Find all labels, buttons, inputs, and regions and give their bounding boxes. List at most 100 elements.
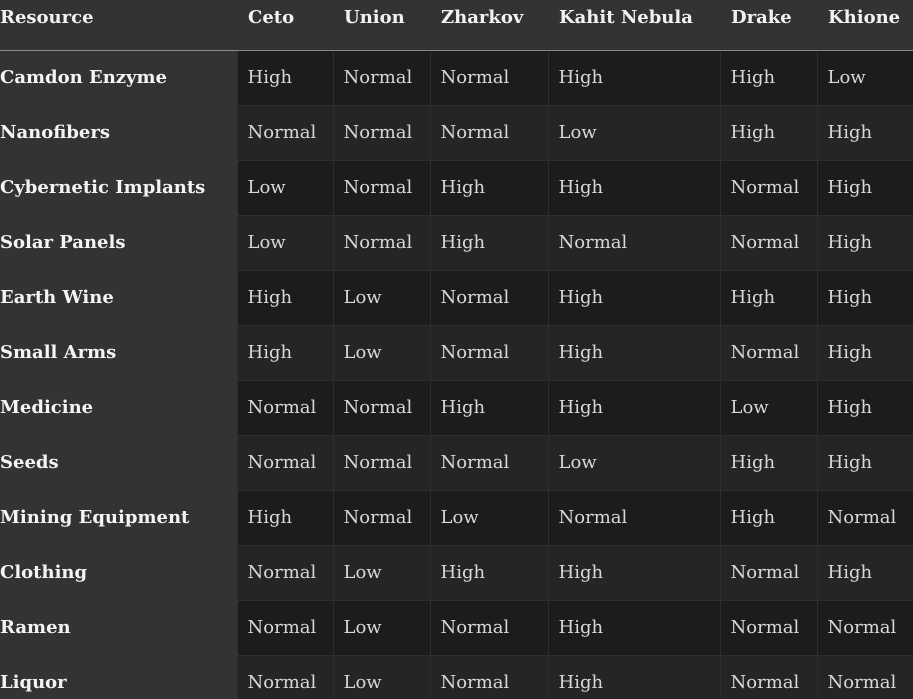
demand-cell: High [547, 269, 721, 326]
table-row: Nanofibers Normal Normal Normal Low High High [0, 104, 913, 161]
resource-name: Ramen [0, 600, 237, 655]
demand-cell: Low [332, 324, 431, 381]
demand-cell: High [547, 49, 721, 106]
table-row: Seeds Normal Normal Normal Low High High [0, 434, 913, 491]
column-header-union[interactable]: Union [333, 0, 430, 51]
demand-cell: Normal [236, 544, 334, 601]
demand-cell: High [719, 49, 818, 106]
demand-cell: Normal [236, 379, 334, 436]
column-header-drake[interactable]: Drake [720, 0, 817, 51]
demand-cell: Low [332, 269, 431, 326]
demand-cell: Normal [719, 544, 818, 601]
table-row: Mining Equipment High Normal Low Normal High N… [0, 489, 913, 546]
resource-name: Earth Wine [0, 270, 237, 325]
demand-cell: High [236, 49, 334, 106]
table-header-row: Resource Ceto Union Zharkov Kahit Nebula Drak… [0, 0, 913, 51]
demand-cell: Normal [816, 489, 913, 546]
demand-cell: Normal [719, 214, 818, 271]
resource-name: Small Arms [0, 325, 237, 380]
demand-cell: Normal [332, 214, 431, 271]
demand-cell: Normal [332, 434, 431, 491]
demand-cell: High [236, 489, 334, 546]
demand-cell: High [719, 489, 818, 546]
demand-cell: Normal [429, 599, 549, 656]
demand-cell: Normal [429, 654, 549, 699]
column-header-resource[interactable]: Resource [0, 0, 237, 51]
demand-cell: Normal [236, 104, 334, 161]
resource-name: Liquor [0, 655, 237, 699]
demand-cell: High [547, 599, 721, 656]
demand-cell: High [816, 434, 913, 491]
demand-cell: High [816, 104, 913, 161]
demand-cell: Normal [719, 654, 818, 699]
demand-cell: Normal [236, 654, 334, 699]
demand-cell: Low [429, 489, 549, 546]
demand-cell: High [547, 159, 721, 216]
demand-cell: Normal [429, 269, 549, 326]
resource-demand-table: Resource Ceto Union Zharkov Kahit Nebula Drak… [0, 0, 913, 699]
demand-cell: Normal [332, 104, 431, 161]
demand-cell: High [719, 269, 818, 326]
column-header-khione[interactable]: Khione [817, 0, 913, 51]
resource-name: Cybernetic Implants [0, 160, 237, 215]
column-header-kahit-nebula[interactable]: Kahit Nebula [548, 0, 720, 51]
demand-cell: High [547, 324, 721, 381]
table-row: Ramen Normal Low Normal High Normal Normal [0, 599, 913, 656]
demand-cell: Normal [719, 159, 818, 216]
resource-name: Clothing [0, 545, 237, 600]
resource-name: Solar Panels [0, 215, 237, 270]
demand-cell: High [816, 324, 913, 381]
table-row: Solar Panels Low Normal High Normal Normal Hig… [0, 214, 913, 271]
demand-cell: High [719, 434, 818, 491]
demand-cell: Low [332, 654, 431, 699]
resource-name: Camdon Enzyme [0, 50, 237, 105]
demand-cell: Normal [332, 379, 431, 436]
resource-name: Seeds [0, 435, 237, 490]
demand-cell: High [816, 159, 913, 216]
table-row: Clothing Normal Low High High Normal High [0, 544, 913, 601]
demand-cell: High [816, 379, 913, 436]
demand-cell: Low [719, 379, 818, 436]
demand-cell: Normal [547, 489, 721, 546]
resource-name: Medicine [0, 380, 237, 435]
demand-cell: High [547, 544, 721, 601]
demand-cell: Normal [719, 599, 818, 656]
demand-cell: Normal [332, 489, 431, 546]
demand-cell: High [547, 379, 721, 436]
demand-cell: Normal [429, 434, 549, 491]
demand-cell: Normal [236, 434, 334, 491]
demand-cell: Low [816, 49, 913, 106]
resource-name: Nanofibers [0, 105, 237, 160]
demand-cell: Normal [332, 159, 431, 216]
demand-cell: High [236, 324, 334, 381]
demand-cell: High [429, 544, 549, 601]
demand-cell: High [429, 379, 549, 436]
demand-cell: Normal [816, 654, 913, 699]
demand-cell: High [429, 214, 549, 271]
column-header-ceto[interactable]: Ceto [237, 0, 333, 51]
demand-cell: Low [547, 434, 721, 491]
table-row: Earth Wine High Low Normal High High High [0, 269, 913, 326]
demand-cell: Low [547, 104, 721, 161]
demand-cell: High [719, 104, 818, 161]
demand-cell: High [547, 654, 721, 699]
demand-cell: Normal [816, 599, 913, 656]
demand-cell: Normal [429, 49, 549, 106]
demand-cell: High [236, 269, 334, 326]
demand-cell: Normal [429, 324, 549, 381]
column-header-zharkov[interactable]: Zharkov [430, 0, 548, 51]
table-row: Liquor Normal Low Normal High Normal Normal [0, 654, 913, 699]
demand-cell: Normal [332, 49, 431, 106]
demand-cell: High [816, 269, 913, 326]
demand-cell: Low [236, 159, 334, 216]
table-row: Medicine Normal Normal High High Low High [0, 379, 913, 436]
demand-cell: Normal [429, 104, 549, 161]
demand-cell: High [816, 214, 913, 271]
table-row: Small Arms High Low Normal High Normal High [0, 324, 913, 381]
demand-cell: Low [332, 544, 431, 601]
demand-cell: Normal [236, 599, 334, 656]
resource-name: Mining Equipment [0, 490, 237, 545]
table-row: Camdon Enzyme High Normal Normal High High Low [0, 49, 913, 106]
table-row: Cybernetic Implants Low Normal High High Norm… [0, 159, 913, 216]
demand-cell: Normal [547, 214, 721, 271]
